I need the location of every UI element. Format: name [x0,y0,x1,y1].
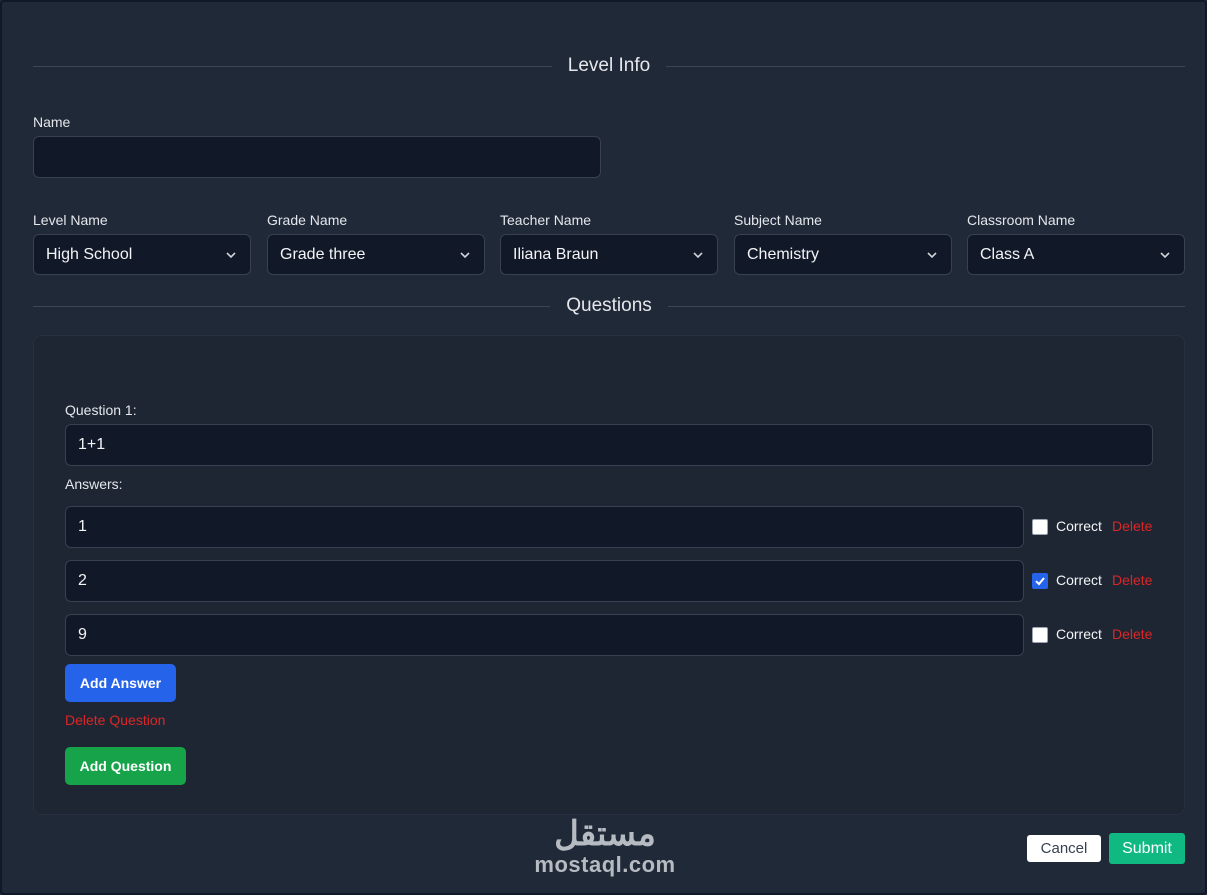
chevron-down-icon [693,251,703,258]
level-info-divider: Level Info [33,52,1185,80]
divider-line [667,305,1186,307]
chevron-down-icon [226,251,236,258]
answer-input[interactable] [65,506,1024,548]
select-value: High School [46,245,133,263]
add-answer-button[interactable]: Add Answer [65,664,176,702]
grade-name-label: Grade Name [267,212,348,228]
correct-label: Correct [1056,518,1102,534]
grade-name-select[interactable]: Grade three [267,234,485,275]
level-name-label: Level Name [33,212,108,228]
select-value: Iliana Braun [513,245,599,263]
teacher-name-select[interactable]: Iliana Braun [500,234,718,275]
questions-divider: Questions [33,292,1186,320]
level-info-title: Level Info [567,55,651,76]
correct-checkbox[interactable] [1032,519,1048,535]
subject-name-select[interactable]: Chemistry [734,234,952,275]
subject-name-label: Subject Name [734,212,822,228]
correct-label: Correct [1056,626,1102,642]
classroom-name-label: Classroom Name [967,212,1076,228]
answer-input[interactable] [65,614,1024,656]
watermark-arabic: مستقل [554,815,656,853]
correct-checkbox[interactable] [1032,573,1048,589]
checkmark-icon [1035,577,1045,586]
name-label: Name [33,114,71,130]
correct-label: Correct [1056,572,1102,588]
teacher-name-label: Teacher Name [500,212,592,228]
divider-line [33,305,551,307]
answer-row: Correct Delete [65,560,1165,602]
select-value: Chemistry [747,245,820,263]
select-value: Class A [980,245,1035,263]
delete-answer-link[interactable]: Delete [1112,518,1152,534]
submit-button[interactable]: Submit [1109,833,1185,864]
answer-row: Correct Delete [65,614,1165,656]
mostaql-watermark-logo: مستقل mostaql.com [530,814,680,878]
cancel-button[interactable]: Cancel [1027,835,1101,862]
name-input[interactable] [33,136,601,178]
classroom-name-select[interactable]: Class A [967,234,1185,275]
chevron-down-icon [460,251,470,258]
questions-title: Questions [566,295,652,316]
divider-line [33,65,552,67]
question-label: Question 1: [65,402,137,418]
select-value: Grade three [280,245,366,263]
question-input[interactable] [65,424,1153,466]
form-container: Level Info Name Level Name High School G… [0,0,1207,895]
divider-line [666,65,1185,67]
answers-label: Answers: [65,476,123,492]
delete-answer-link[interactable]: Delete [1112,626,1152,642]
add-question-button[interactable]: Add Question [65,747,186,785]
watermark-latin: mostaql.com [534,852,676,877]
delete-question-link[interactable]: Delete Question [65,712,165,728]
answer-row: Correct Delete [65,506,1165,548]
delete-answer-link[interactable]: Delete [1112,572,1152,588]
level-name-select[interactable]: High School [33,234,251,275]
correct-checkbox[interactable] [1032,627,1048,643]
chevron-down-icon [927,251,937,258]
chevron-down-icon [1160,251,1170,258]
answer-input[interactable] [65,560,1024,602]
